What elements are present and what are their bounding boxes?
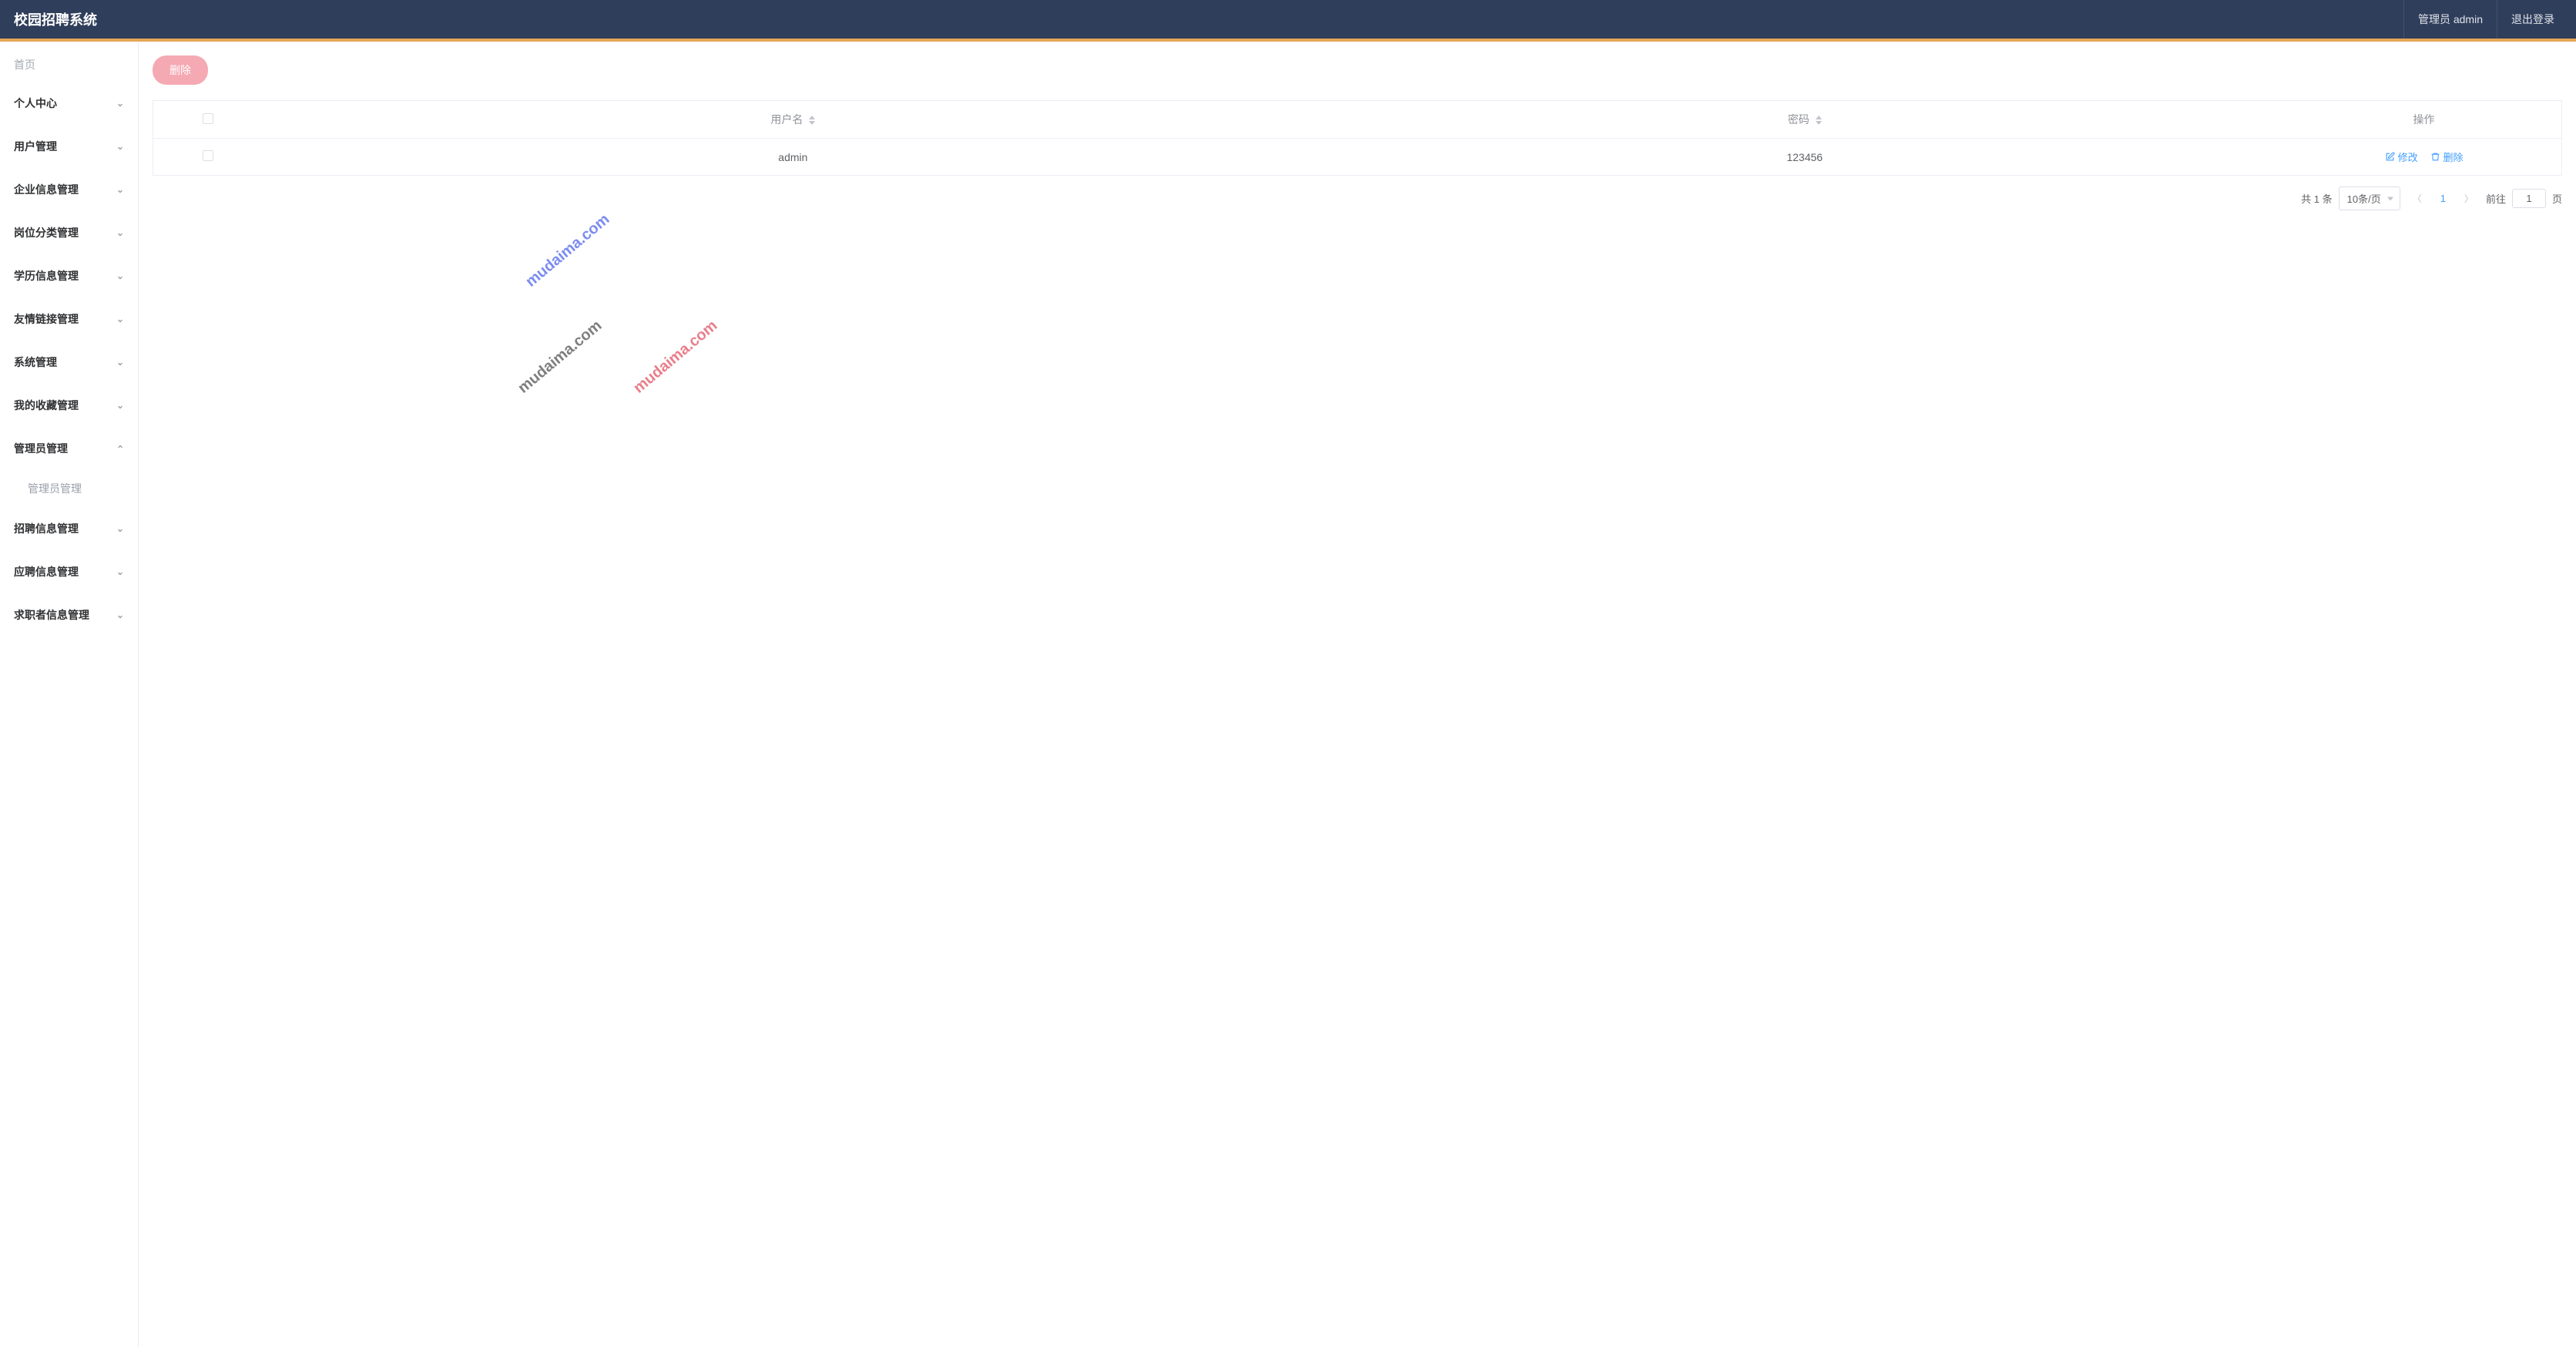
prev-page-button[interactable]: 〈 bbox=[2407, 189, 2428, 208]
edit-button[interactable]: 修改 bbox=[2385, 149, 2418, 164]
delete-label: 删除 bbox=[2444, 149, 2464, 164]
pagination: 共 1 条 10条/页 〈 1 〉 前往 页 bbox=[153, 186, 2562, 210]
sidebar-item-label: 招聘信息管理 bbox=[14, 521, 79, 536]
goto-page-input[interactable] bbox=[2512, 189, 2546, 208]
column-password-label: 密码 bbox=[1788, 113, 1810, 126]
sidebar-item-label: 友情链接管理 bbox=[14, 311, 79, 327]
table-row: admin 123456 修改 删除 bbox=[153, 139, 2562, 176]
chevron-up-icon: ⌄ bbox=[116, 443, 124, 454]
sort-icon bbox=[809, 116, 815, 125]
pagination-total: 共 1 条 bbox=[2301, 191, 2332, 206]
chevron-down-icon: ⌄ bbox=[116, 400, 124, 411]
sidebar-item-label: 系统管理 bbox=[14, 354, 57, 370]
chevron-down-icon: ⌄ bbox=[116, 523, 124, 534]
goto-suffix: 页 bbox=[2552, 191, 2562, 206]
cell-username: admin bbox=[263, 139, 1323, 176]
data-table: 用户名 密码 操作 admin bbox=[153, 100, 2562, 176]
sidebar-item-jobseeker-mgmt[interactable]: 求职者信息管理 ⌄ bbox=[0, 593, 138, 637]
column-username-label: 用户名 bbox=[770, 113, 803, 126]
header-checkbox-cell bbox=[153, 101, 263, 139]
delete-icon bbox=[2430, 152, 2440, 162]
watermark: mudaima.com bbox=[522, 210, 613, 291]
column-username[interactable]: 用户名 bbox=[263, 101, 1323, 139]
cell-actions: 修改 删除 bbox=[2286, 139, 2561, 176]
chevron-down-icon: ⌄ bbox=[116, 270, 124, 281]
table-header-row: 用户名 密码 操作 bbox=[153, 101, 2562, 139]
logout-button[interactable]: 退出登录 bbox=[2497, 0, 2568, 39]
sidebar-item-label: 岗位分类管理 bbox=[14, 225, 79, 240]
sidebar-item-personal[interactable]: 个人中心 ⌄ bbox=[0, 82, 138, 125]
header: 校园招聘系统 管理员 admin 退出登录 bbox=[0, 0, 2576, 39]
sidebar-item-label: 管理员管理 bbox=[14, 441, 68, 456]
sidebar-item-position-category[interactable]: 岗位分类管理 ⌄ bbox=[0, 211, 138, 254]
chevron-down-icon: ⌄ bbox=[116, 357, 124, 368]
edit-icon bbox=[2385, 152, 2395, 162]
sidebar-item-admin-mgmt[interactable]: 管理员管理 ⌄ bbox=[0, 427, 138, 470]
sidebar-item-apply-mgmt[interactable]: 应聘信息管理 ⌄ bbox=[0, 550, 138, 593]
row-checkbox-cell bbox=[153, 139, 263, 176]
chevron-down-icon: ⌄ bbox=[116, 98, 124, 109]
column-action-label: 操作 bbox=[2413, 113, 2435, 126]
goto-prefix: 前往 bbox=[2486, 191, 2506, 206]
sidebar-item-label: 企业信息管理 bbox=[14, 182, 79, 197]
chevron-down-icon: ⌄ bbox=[116, 227, 124, 238]
column-password[interactable]: 密码 bbox=[1323, 101, 2286, 139]
sidebar-item-favorites-mgmt[interactable]: 我的收藏管理 ⌄ bbox=[0, 384, 138, 427]
chevron-down-icon: ⌄ bbox=[116, 141, 124, 152]
sidebar: 首页 个人中心 ⌄ 用户管理 ⌄ 企业信息管理 ⌄ 岗位分类管理 ⌄ 学历信息管… bbox=[0, 42, 139, 1347]
sidebar-item-user-mgmt[interactable]: 用户管理 ⌄ bbox=[0, 125, 138, 168]
page-number[interactable]: 1 bbox=[2434, 190, 2452, 207]
chevron-down-icon: ⌄ bbox=[116, 610, 124, 620]
main-content: 删除 用户名 密码 操作 bbox=[139, 42, 2576, 1347]
sidebar-item-label: 学历信息管理 bbox=[14, 268, 79, 284]
sidebar-item-system-mgmt[interactable]: 系统管理 ⌄ bbox=[0, 341, 138, 384]
sidebar-item-label: 个人中心 bbox=[14, 96, 57, 111]
chevron-down-icon: ⌄ bbox=[116, 566, 124, 577]
watermark: mudaima.com bbox=[630, 317, 721, 397]
sidebar-subitem-admin-mgmt[interactable]: 管理员管理 bbox=[0, 470, 138, 507]
header-right: 管理员 admin 退出登录 bbox=[2403, 0, 2568, 39]
sidebar-item-label: 求职者信息管理 bbox=[14, 607, 89, 623]
edit-label: 修改 bbox=[2398, 149, 2418, 164]
sort-icon bbox=[1816, 116, 1822, 125]
admin-user-label[interactable]: 管理员 admin bbox=[2403, 0, 2497, 39]
page-size-select[interactable]: 10条/页 bbox=[2339, 186, 2400, 210]
sidebar-item-label: 应聘信息管理 bbox=[14, 564, 79, 579]
sidebar-item-links-mgmt[interactable]: 友情链接管理 ⌄ bbox=[0, 297, 138, 341]
sidebar-item-education-mgmt[interactable]: 学历信息管理 ⌄ bbox=[0, 254, 138, 297]
bulk-delete-button[interactable]: 删除 bbox=[153, 55, 208, 85]
sidebar-home[interactable]: 首页 bbox=[0, 48, 138, 82]
select-all-checkbox[interactable] bbox=[203, 113, 213, 124]
sidebar-item-label: 我的收藏管理 bbox=[14, 398, 79, 413]
row-checkbox[interactable] bbox=[203, 150, 213, 161]
row-delete-button[interactable]: 删除 bbox=[2430, 149, 2464, 164]
sidebar-item-label: 用户管理 bbox=[14, 139, 57, 154]
cell-password: 123456 bbox=[1323, 139, 2286, 176]
container: 首页 个人中心 ⌄ 用户管理 ⌄ 企业信息管理 ⌄ 岗位分类管理 ⌄ 学历信息管… bbox=[0, 42, 2576, 1347]
watermark: mudaima.com bbox=[515, 317, 605, 397]
chevron-down-icon: ⌄ bbox=[116, 184, 124, 195]
sidebar-item-company-mgmt[interactable]: 企业信息管理 ⌄ bbox=[0, 168, 138, 211]
column-action: 操作 bbox=[2286, 101, 2561, 139]
app-title: 校园招聘系统 bbox=[14, 9, 97, 29]
chevron-down-icon: ⌄ bbox=[116, 314, 124, 324]
sidebar-item-recruit-mgmt[interactable]: 招聘信息管理 ⌄ bbox=[0, 507, 138, 550]
next-page-button[interactable]: 〉 bbox=[2458, 189, 2480, 208]
page-size-value: 10条/页 bbox=[2347, 191, 2381, 206]
